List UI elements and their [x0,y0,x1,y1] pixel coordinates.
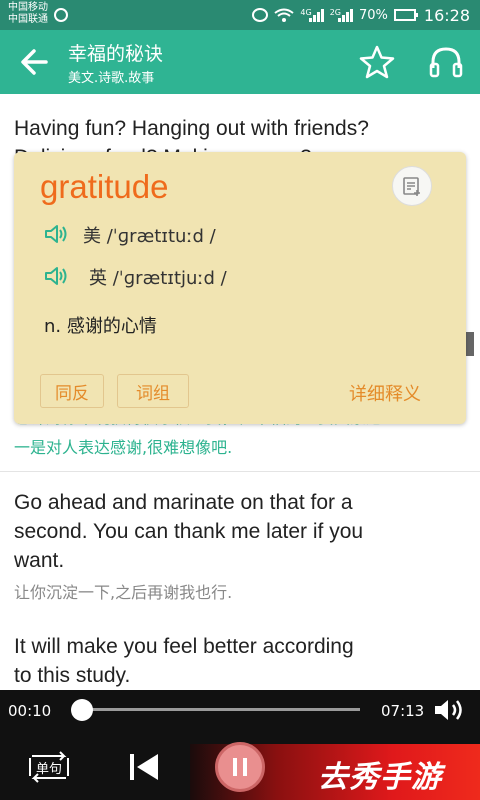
add-to-notebook-button[interactable] [392,166,432,206]
translation-2: 让你沉淀一下,之后再谢我也行. [14,583,233,602]
carrier-info: 中国移动 中国联通 [8,2,48,26]
watermark: 去秀手游 [318,760,442,795]
uk-phonetic: /ˈɡrætɪtjuːd / [112,268,227,289]
uk-label: 英 [89,268,107,289]
network-type-2: 2G [329,8,341,17]
sentence-3-line-1[interactable]: It will make you feel better according [14,632,354,661]
current-time: 00:10 [8,702,52,720]
translation-1-line-2: 一是对人表达感谢,很难想像吧. [14,438,233,457]
dictionary-popup: gratitude 美 /ˈɡrætɪtuːd / 英 /ˈɡrætɪtjuːd… [14,152,466,424]
page-title: 幸福的秘诀 [68,43,164,65]
back-arrow-icon[interactable] [16,44,52,80]
signal-icon-1: 4G [300,8,324,22]
network-type-1: 4G [300,8,312,17]
status-bar: 中国移动 中国联通 4G 2G 70% 16:28 [0,0,480,30]
us-speaker-icon[interactable] [44,222,70,246]
us-phonetic: /ˈɡrætɪtuːd / [106,226,216,247]
audio-player: 00:10 07:13 单句 去秀手游 [0,690,480,800]
star-icon[interactable] [358,44,396,80]
headphone-icon[interactable] [426,44,466,80]
notebook-icon [403,177,420,196]
sentence-2-line-1[interactable]: Go ahead and marinate on that for a [14,488,353,517]
battery-percent: 70% [358,7,388,23]
pause-icon [233,758,237,776]
us-label: 美 [83,226,101,247]
status-icons: 4G 2G 70% 16:28 [252,0,470,30]
volume-icon[interactable] [432,696,470,724]
sentence-2-line-3[interactable]: want. [14,546,64,575]
carrier-1: 中国移动 [8,2,48,13]
repeat-mode-label[interactable]: 单句 [26,758,72,777]
progress-thumb[interactable] [70,699,93,721]
uk-pronunciation: 英 /ˈɡrætɪtjuːd / [89,264,227,290]
us-pronunciation: 美 /ˈɡrætɪtuːd / [83,222,216,248]
phrases-button[interactable]: 词组 [117,374,189,408]
alarm-icon [252,8,269,22]
sentence-3-line-2[interactable]: to this study. [14,661,130,690]
divider [0,471,480,472]
scroll-marker [466,332,474,356]
total-time: 07:13 [381,702,425,720]
clock: 16:28 [423,5,470,25]
previous-icon[interactable] [126,750,162,784]
sentence-2-line-2[interactable]: second. You can thank me later if you [14,517,363,546]
progress-track[interactable] [76,708,360,711]
wifi-icon [274,8,295,22]
signal-icon-2: 2G [330,8,353,22]
carrier-2: 中国联通 [8,14,48,25]
dict-word: gratitude [40,168,169,205]
definition: n. 感谢的心情 [44,316,157,337]
synonyms-button[interactable]: 同反 [40,374,104,408]
battery-icon [393,9,418,21]
details-link[interactable]: 详细释义 [349,380,421,406]
page-subtitle: 美文.诗歌.故事 [68,71,155,86]
app-header: 幸福的秘诀 美文.诗歌.故事 [0,30,480,94]
uk-speaker-icon[interactable] [44,264,70,288]
sentence-1-line-1[interactable]: Having fun? Hanging out with friends? [14,114,369,143]
hd-call-icon [54,8,68,22]
pause-button[interactable] [215,742,265,792]
